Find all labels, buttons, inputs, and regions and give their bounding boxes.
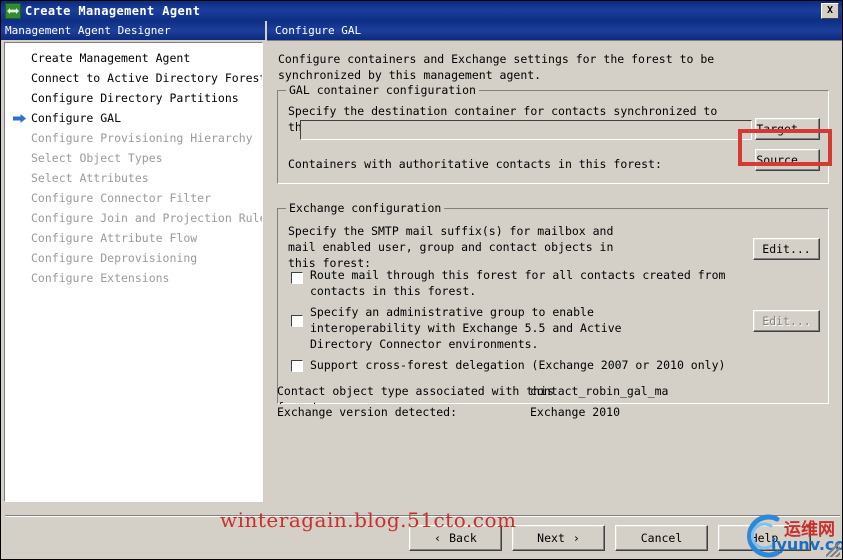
sidebar-item-label: Configure Connector Filter	[31, 191, 212, 205]
route-mail-checkbox[interactable]	[291, 272, 303, 284]
window-titlebar: Create Management Agent X	[1, 1, 842, 21]
window-title: Create Management Agent	[25, 4, 201, 18]
smtp-edit-button[interactable]: Edit...	[753, 238, 820, 260]
sidebar-item-select-attributes: Select Attributes	[5, 168, 262, 188]
contact-object-type-label-line1: Contact object type associated with this	[277, 384, 554, 398]
cross-forest-delegation-checkbox[interactable]	[291, 360, 303, 372]
authoritative-contacts-label: Containers with authoritative contacts i…	[288, 157, 662, 171]
sidebar-item-configure-attribute-flow: Configure Attribute Flow	[5, 228, 262, 248]
panel-description-line1: Configure containers and Exchange settin…	[278, 52, 715, 66]
create-management-agent-window: Create Management Agent X Management Age…	[0, 0, 843, 560]
resize-grip[interactable]	[826, 543, 840, 557]
sidebar-item-create-management-agent[interactable]: Create Management Agent	[5, 48, 262, 68]
sidebar-item-label: Select Object Types	[31, 151, 163, 165]
next-button[interactable]: Next ›	[512, 525, 605, 551]
close-icon[interactable]: X	[821, 3, 839, 19]
current-step-arrow-icon	[13, 114, 26, 123]
panel-description-line2: synchronized by this management agent.	[278, 68, 542, 82]
next-button-label: Next	[537, 531, 565, 545]
sidebar-item-label: Connect to Active Directory Forest	[31, 71, 263, 85]
cross-forest-delegation-label: Support cross-forest delegation (Exchang…	[310, 358, 726, 372]
destination-container-input[interactable]	[300, 120, 752, 140]
sidebar-item-label: Create Management Agent	[31, 51, 191, 65]
admin-group-checkbox[interactable]	[291, 315, 303, 327]
gal-container-configuration-group: GAL container configuration Specify the …	[277, 83, 829, 184]
contact-object-type-value: contact_robin_gal_ma	[530, 384, 669, 398]
route-mail-label-line1: Route mail through this forest for all c…	[310, 268, 726, 282]
sidebar-item-label: Configure GAL	[31, 111, 122, 125]
admin-group-label-line2: interoperability with Exchange 5.5 and A…	[310, 321, 622, 335]
sidebar-item-select-object-types: Select Object Types	[5, 148, 262, 168]
sidebar-item-configure-join-and-projection-rules: Configure Join and Projection Rules	[5, 208, 262, 228]
exchange-group-title: Exchange configuration	[286, 201, 445, 215]
right-pane-header: Configure GAL	[267, 21, 842, 40]
route-mail-label-line2: contacts in this forest.	[310, 284, 477, 298]
sidebar-item-configure-connector-filter: Configure Connector Filter	[5, 188, 262, 208]
sidebar-item-label: Configure Join and Projection Rules	[31, 211, 263, 225]
sidebar-item-configure-deprovisioning: Configure Deprovisioning	[5, 248, 262, 268]
sidebar-item-configure-provisioning-hierarchy: Configure Provisioning Hierarchy	[5, 128, 262, 148]
sidebar-item-connect-to-active-directory-forest[interactable]: Connect to Active Directory Forest	[5, 68, 262, 88]
destination-container-label-line1: Specify the destination container for co…	[288, 104, 718, 118]
watermark-text: winteragain.blog.51cto.com	[220, 508, 517, 532]
source-button[interactable]: Source...	[755, 149, 820, 171]
back-button-label: Back	[449, 531, 477, 545]
exchange-version-label: Exchange version detected:	[277, 404, 462, 420]
panel-description: Configure containers and Exchange settin…	[278, 51, 818, 83]
exchange-version-value: Exchange 2010	[530, 404, 621, 420]
back-chevron-icon: ‹	[434, 531, 442, 545]
sidebar-item-configure-extensions: Configure Extensions	[5, 268, 262, 288]
help-button[interactable]: Help	[718, 525, 811, 551]
sidebar-item-label: Configure Provisioning Hierarchy	[31, 131, 253, 145]
left-pane-header: Management Agent Designer	[1, 21, 265, 40]
smtp-suffix-label-line1: Specify the SMTP mail suffix(s) for mail…	[288, 224, 614, 238]
admin-group-label-line1: Specify an administrative group to enabl…	[310, 305, 594, 319]
sidebar-item-label: Configure Directory Partitions	[31, 91, 239, 105]
wizard-step-list: Create Management Agent Connect to Activ…	[4, 42, 263, 502]
admin-group-edit-button: Edit...	[753, 310, 820, 332]
next-chevron-icon: ›	[572, 531, 580, 545]
configure-gal-panel: Configure containers and Exchange settin…	[267, 40, 842, 506]
sidebar-item-label: Configure Deprovisioning	[31, 251, 198, 265]
smtp-suffix-label-line2: mail enabled user, group and contact obj…	[288, 240, 614, 254]
sync-arrows-icon	[5, 3, 21, 19]
target-button[interactable]: Target...	[755, 118, 820, 140]
gal-group-title: GAL container configuration	[286, 83, 479, 97]
exchange-configuration-group: Exchange configuration Specify the SMTP …	[277, 201, 829, 404]
sidebar-item-label: Configure Extensions	[31, 271, 170, 285]
cancel-button[interactable]: Cancel	[615, 525, 708, 551]
sidebar-item-configure-directory-partitions[interactable]: Configure Directory Partitions	[5, 88, 262, 108]
sidebar-item-label: Configure Attribute Flow	[31, 231, 198, 245]
sidebar-item-label: Select Attributes	[31, 171, 149, 185]
admin-group-label-line3: Directory Connector environments.	[310, 337, 539, 351]
sidebar-item-configure-gal[interactable]: Configure GAL	[5, 108, 262, 128]
